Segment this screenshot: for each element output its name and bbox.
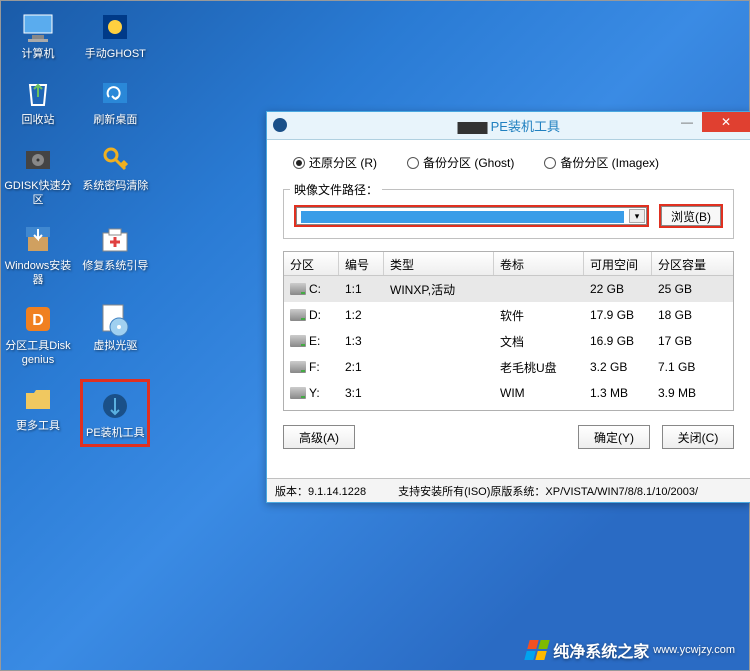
advanced-button[interactable]: 高级(A)	[283, 425, 355, 449]
ghost-icon	[95, 7, 135, 47]
chevron-down-icon[interactable]: ▾	[629, 209, 645, 223]
desktop: 计算机 手动GHOST 回收站 刷新桌面 GDISK快速分区 系统密码清除 Wi…	[1, 1, 181, 453]
icon-label: 手动GHOST	[85, 47, 146, 61]
radio-backup-ghost[interactable]: 备份分区 (Ghost)	[407, 154, 514, 171]
version-label: 版本：9.1.14.1228	[267, 483, 374, 499]
icon-computer[interactable]: 计算机	[3, 7, 73, 61]
icon-bootfix[interactable]: 修复系统引导	[80, 219, 150, 273]
col-partition[interactable]: 分区	[284, 252, 339, 275]
image-path-fieldset: 映像文件路径： ▾ 浏览(B)	[283, 189, 734, 239]
drive-icon	[290, 361, 306, 373]
partition-table: 分区 编号 类型 卷标 可用空间 分区容量 C: 1:1 WINXP,活动 22…	[283, 251, 734, 411]
radio-label: 备份分区 (Ghost)	[423, 154, 514, 171]
app-icon	[271, 116, 291, 136]
table-row[interactable]: E: 1:3 文档 16.9 GB 17 GB	[284, 328, 733, 354]
watermark-text: 纯净系统之家	[553, 638, 649, 662]
watermark: 纯净系统之家 www.ycwjzy.com	[527, 638, 735, 662]
icon-refresh[interactable]: 刷新桌面	[80, 73, 150, 127]
table-row[interactable]: Y: 3:1 WIM 1.3 MB 3.9 MB	[284, 380, 733, 406]
refresh-icon	[95, 73, 135, 113]
table-row[interactable]: D: 1:2 软件 17.9 GB 18 GB	[284, 302, 733, 328]
minimize-button[interactable]: —	[672, 112, 702, 132]
mode-radios: 还原分区 (R) 备份分区 (Ghost) 备份分区 (Imagex)	[293, 154, 734, 171]
icon-label: 虚拟光驱	[93, 339, 137, 353]
cd-icon	[95, 299, 135, 339]
svg-text:D: D	[32, 312, 44, 329]
icon-label: 计算机	[22, 47, 55, 61]
col-capacity[interactable]: 分区容量	[652, 252, 722, 275]
icon-label: GDISK快速分区	[3, 179, 73, 207]
icon-diskgenius[interactable]: D 分区工具Diskgenius	[3, 299, 73, 367]
col-free[interactable]: 可用空间	[584, 252, 652, 275]
watermark-url: www.ycwjzy.com	[653, 644, 735, 656]
radio-label: 还原分区 (R)	[309, 154, 377, 171]
pe-install-dialog: PE装机工具 — ✕ 还原分区 (R) 备份分区 (Ghost) 备份分区 (I…	[266, 111, 750, 503]
folder-icon	[18, 379, 58, 419]
computer-icon	[18, 7, 58, 47]
petool-icon	[95, 386, 135, 426]
col-volume[interactable]: 卷标	[494, 252, 584, 275]
icon-wininst[interactable]: Windows安装器	[3, 219, 73, 287]
icon-label: 系统密码清除	[82, 179, 148, 193]
window-buttons: — ✕	[672, 112, 750, 132]
radio-backup-imagex[interactable]: 备份分区 (Imagex)	[544, 154, 659, 171]
close-dialog-button[interactable]: 关闭(C)	[662, 425, 734, 449]
ok-button[interactable]: 确定(Y)	[578, 425, 650, 449]
icon-label: 更多工具	[16, 419, 60, 433]
icon-pwclear[interactable]: 系统密码清除	[80, 139, 150, 193]
icon-label: Windows安装器	[3, 259, 73, 287]
status-note: 支持安装所有(ISO)原版系统：XP/VISTA/WIN7/8/8.1/10/2…	[398, 483, 698, 499]
dialog-body: 还原分区 (R) 备份分区 (Ghost) 备份分区 (Imagex) 映像文件…	[267, 140, 750, 459]
disk-icon	[18, 139, 58, 179]
recycle-icon	[18, 73, 58, 113]
browse-button[interactable]: 浏览(B)	[659, 204, 723, 228]
image-path-label: 映像文件路径：	[290, 181, 382, 198]
watermark-logo-icon	[525, 640, 550, 660]
icon-vcd[interactable]: 虚拟光驱	[80, 299, 150, 353]
radio-label: 备份分区 (Imagex)	[560, 154, 659, 171]
icon-label: 刷新桌面	[93, 113, 137, 127]
titlebar[interactable]: PE装机工具 — ✕	[267, 112, 750, 140]
diskgenius-icon: D	[18, 299, 58, 339]
icon-label: 回收站	[22, 113, 55, 127]
table-header: 分区 编号 类型 卷标 可用空间 分区容量	[284, 252, 733, 276]
table-row[interactable]: F: 2:1 老毛桃U盘 3.2 GB 7.1 GB	[284, 354, 733, 380]
installer-icon	[18, 219, 58, 259]
button-row: 高级(A) 确定(Y) 关闭(C)	[283, 425, 734, 449]
icon-ghost[interactable]: 手动GHOST	[80, 7, 150, 61]
icon-label: 修复系统引导	[82, 259, 148, 273]
firstaid-icon	[95, 219, 135, 259]
close-button[interactable]: ✕	[702, 112, 750, 132]
icon-petool[interactable]: PE装机工具	[80, 379, 150, 447]
col-number[interactable]: 编号	[339, 252, 384, 275]
icon-gdisk[interactable]: GDISK快速分区	[3, 139, 73, 207]
col-type[interactable]: 类型	[384, 252, 494, 275]
drive-icon	[290, 309, 306, 321]
status-bar: 版本：9.1.14.1228 支持安装所有(ISO)原版系统：XP/VISTA/…	[267, 478, 750, 502]
drive-icon	[290, 335, 306, 347]
browse-label: 浏览(B)	[661, 206, 721, 226]
icon-moretools[interactable]: 更多工具	[3, 379, 73, 433]
key-icon	[95, 139, 135, 179]
drive-icon	[290, 283, 306, 295]
table-row[interactable]: C: 1:1 WINXP,活动 22 GB 25 GB	[284, 276, 733, 302]
drive-icon	[290, 387, 306, 399]
image-path-combo[interactable]: ▾	[294, 205, 649, 227]
icon-recycle[interactable]: 回收站	[3, 73, 73, 127]
icon-label: 分区工具Diskgenius	[3, 339, 73, 367]
window-title: PE装机工具	[457, 116, 560, 135]
radio-restore[interactable]: 还原分区 (R)	[293, 154, 377, 171]
icon-label: PE装机工具	[86, 426, 145, 440]
